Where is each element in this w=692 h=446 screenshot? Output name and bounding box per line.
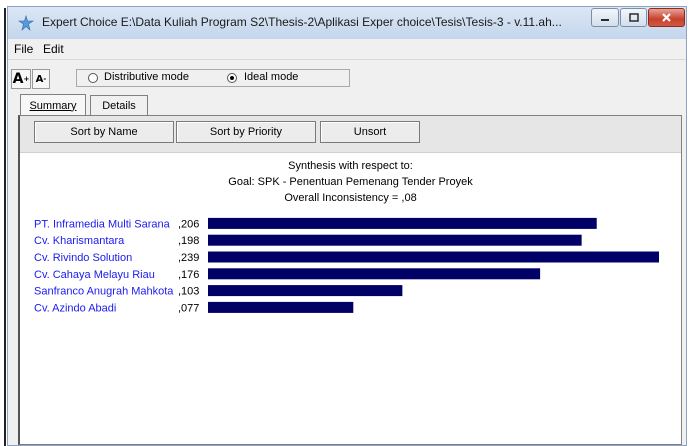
- ideal-mode-label[interactable]: Ideal mode: [244, 71, 298, 83]
- font-increase-label: A: [12, 71, 24, 87]
- priority-bar: [208, 251, 659, 263]
- sort-toolbar: Sort by Name Sort by Priority Unsort: [20, 116, 681, 152]
- alternative-label: Sanfranco Anugrah Mahkota: [34, 286, 174, 298]
- priority-value-label: ,077: [178, 302, 199, 314]
- alternative-label: Cv. Rivindo Solution: [34, 252, 132, 264]
- mode-selector: Distributive mode Ideal mode: [76, 69, 350, 87]
- tab-summary[interactable]: Summary: [20, 94, 86, 116]
- distributive-mode-label[interactable]: Distributive mode: [104, 71, 189, 83]
- font-decrease-label: A: [35, 73, 44, 85]
- menu-edit[interactable]: Edit: [43, 42, 64, 56]
- unsort-label: Unsort: [353, 126, 387, 138]
- expert-choice-window: Expert Choice E:\Data Kuliah Program S2\…: [7, 6, 687, 446]
- priority-bar: [208, 217, 597, 229]
- menu-file[interactable]: File: [14, 42, 33, 56]
- distributive-mode-radio[interactable]: [88, 73, 98, 83]
- alternative-label: PT. Inframedia Multi Sarana: [34, 218, 171, 230]
- priority-bar: [208, 268, 541, 280]
- tab-details-label: Details: [102, 99, 136, 112]
- title-bar[interactable]: Expert Choice E:\Data Kuliah Program S2\…: [8, 7, 686, 39]
- tab-details[interactable]: Details: [90, 95, 148, 115]
- priority-bar-chart: PT. Inframedia Multi Sarana ,206 Cv. Khari…: [34, 217, 659, 314]
- maximize-button[interactable]: [620, 8, 647, 27]
- alternative-label: Cv. Kharismantara: [34, 235, 125, 247]
- sort-by-priority-button[interactable]: Sort by Priority: [176, 121, 316, 143]
- font-decrease-button[interactable]: A-: [32, 69, 50, 89]
- ideal-mode-radio[interactable]: [227, 73, 237, 83]
- priority-value-label: ,103: [178, 286, 199, 298]
- background-window-edge: [4, 8, 6, 446]
- sort-by-priority-label: Sort by Priority: [209, 126, 283, 138]
- priority-bar: [208, 301, 354, 313]
- alternative-label: Cv. Cahaya Melayu Riau: [34, 269, 155, 281]
- priority-value-label: ,176: [178, 269, 199, 281]
- maximize-icon: [628, 13, 639, 22]
- toolbar: A + A- Distributive mode Ideal mode: [8, 60, 686, 96]
- alternative-label: Cv. Azindo Abadi: [34, 302, 116, 314]
- priority-value-label: ,239: [178, 252, 199, 264]
- sort-by-name-button[interactable]: Sort by Name: [34, 121, 174, 143]
- window-title: Expert Choice E:\Data Kuliah Program S2\…: [42, 15, 562, 29]
- tab-summary-label: Summary: [29, 99, 77, 112]
- menu-bar: File Edit: [8, 39, 686, 60]
- close-button[interactable]: [648, 8, 685, 27]
- sort-by-name-label: Sort by Name: [70, 126, 138, 138]
- minimize-button[interactable]: [591, 8, 619, 27]
- unsort-button[interactable]: Unsort: [320, 121, 420, 143]
- synthesis-content: Synthesis with respect to: Goal: SPK - P…: [20, 152, 681, 444]
- priority-value-label: ,206: [178, 218, 199, 230]
- expert-choice-app-icon: [18, 15, 34, 31]
- font-increase-button[interactable]: A +: [11, 69, 31, 89]
- close-icon: [662, 13, 671, 22]
- priority-bar: [208, 285, 403, 297]
- minimize-icon: [601, 18, 609, 21]
- priority-bar: [208, 234, 582, 246]
- priority-value-label: ,198: [178, 235, 199, 247]
- summary-panel: Sort by Name Sort by Priority Unsort Syn…: [18, 115, 682, 445]
